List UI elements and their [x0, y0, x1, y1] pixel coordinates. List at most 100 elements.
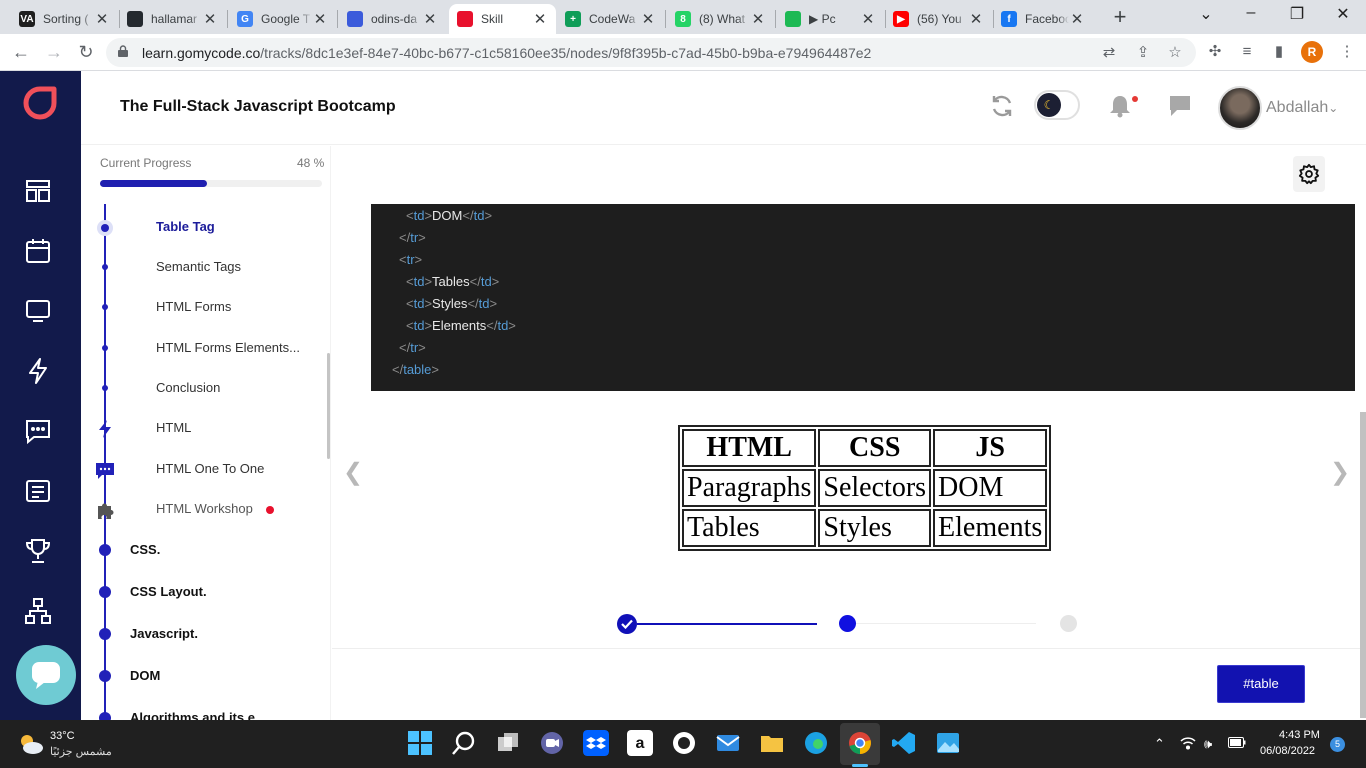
sidebar-lesson[interactable]: HTML Forms Elements...: [81, 331, 330, 365]
sidebar-module[interactable]: CSS.: [81, 533, 330, 567]
teams-chat-icon[interactable]: [539, 730, 565, 756]
lightning-icon[interactable]: [24, 357, 52, 385]
notification-center-badge[interactable]: 5: [1330, 737, 1345, 752]
previous-slide-arrow-icon[interactable]: ❮: [343, 458, 363, 487]
calendar-icon[interactable]: [24, 237, 52, 265]
browser-tab[interactable]: ▶ (56) You ✕: [885, 4, 992, 34]
close-window-button[interactable]: ✕: [1329, 4, 1357, 28]
browser-menu-icon[interactable]: ⋮: [1338, 43, 1356, 61]
browser-tab[interactable]: Skill ✕: [449, 4, 556, 34]
laptop-icon[interactable]: [24, 297, 52, 325]
partly-cloudy-icon[interactable]: [18, 733, 44, 755]
back-icon[interactable]: ←: [9, 41, 33, 65]
gomycode-logo-icon[interactable]: [23, 86, 57, 120]
tab-close-icon[interactable]: ✕: [860, 10, 876, 28]
sidebar-lesson[interactable]: HTML One To One: [81, 452, 330, 486]
photos-icon[interactable]: [935, 730, 961, 756]
app-shield-icon[interactable]: [671, 730, 697, 756]
browser-tab[interactable]: ▶ Pc ✕: [777, 4, 884, 34]
task-view-icon[interactable]: [495, 730, 521, 756]
messages-icon[interactable]: [1168, 95, 1192, 117]
address-bar[interactable]: learn.gomycode.co/tracks/8dc1e3ef-84e7-4…: [106, 38, 1196, 67]
notification-bell-icon[interactable]: [1109, 94, 1131, 118]
step-current[interactable]: [839, 615, 856, 632]
share-icon[interactable]: ⇪: [1134, 44, 1152, 62]
maximize-button[interactable]: ❐: [1283, 4, 1311, 28]
user-avatar[interactable]: [1218, 86, 1262, 130]
browser-tab[interactable]: VA Sorting (✕: [11, 4, 118, 34]
tab-close-icon[interactable]: ✕: [1069, 10, 1085, 28]
media-queue-icon[interactable]: ≡: [1238, 43, 1256, 61]
username-menu[interactable]: Abdallah⌄: [1266, 99, 1338, 117]
refresh-icon[interactable]: [989, 93, 1015, 119]
battery-icon[interactable]: [1228, 736, 1246, 751]
clock-date[interactable]: 06/08/2022: [1260, 745, 1315, 757]
trophy-icon[interactable]: [24, 537, 52, 565]
dropbox-icon[interactable]: [583, 730, 609, 756]
wifi-icon[interactable]: [1180, 736, 1196, 753]
tab-close-icon[interactable]: ✕: [750, 10, 766, 28]
volume-icon[interactable]: 🕪: [1204, 736, 1212, 752]
table-tag-button[interactable]: #table: [1217, 665, 1305, 703]
sidebar-module[interactable]: DOM: [81, 659, 330, 693]
sidebar-lesson[interactable]: HTML Forms: [81, 290, 330, 324]
browser-tab[interactable]: G Google T ✕: [229, 4, 336, 34]
tab-favicon-icon: [347, 11, 363, 27]
dashboard-icon[interactable]: [24, 177, 52, 205]
forward-icon[interactable]: →: [42, 41, 66, 65]
tab-close-icon[interactable]: ✕: [94, 10, 110, 28]
tab-close-icon[interactable]: ✕: [422, 10, 438, 28]
bookmark-star-icon[interactable]: ☆: [1166, 44, 1184, 62]
browser-tab[interactable]: hallamar ✕: [119, 4, 226, 34]
minimize-button[interactable]: –: [1237, 4, 1265, 28]
sitemap-icon[interactable]: [24, 597, 52, 625]
tab-close-icon[interactable]: ✕: [312, 10, 328, 28]
dark-mode-toggle[interactable]: ☾: [1034, 90, 1080, 120]
sidebar-module[interactable]: Javascript.: [81, 617, 330, 651]
sidebar-scrollbar[interactable]: [327, 353, 330, 459]
browser-tab[interactable]: f Faceboo ✕: [993, 4, 1093, 34]
edge-browser-icon[interactable]: [803, 730, 829, 756]
browser-tab[interactable]: 8 (8) What ✕: [667, 4, 774, 34]
sidebar-item-label: Algorithms and its e...: [130, 710, 266, 720]
tab-close-icon[interactable]: ✕: [532, 10, 548, 28]
article-icon[interactable]: [24, 477, 52, 505]
windows-start-icon[interactable]: [407, 730, 433, 756]
sidebar-lesson[interactable]: Table Tag: [81, 210, 330, 244]
tab-close-icon[interactable]: ✕: [202, 10, 218, 28]
amazon-icon[interactable]: a: [627, 730, 653, 756]
reload-icon[interactable]: ↻: [74, 41, 98, 65]
translate-icon[interactable]: ⇄: [1100, 44, 1118, 62]
chrome-browser-icon[interactable]: [847, 730, 873, 756]
search-icon[interactable]: [451, 730, 477, 756]
sidebar-lesson[interactable]: Semantic Tags: [81, 250, 330, 284]
browser-tab[interactable]: + CodeWa ✕: [557, 4, 664, 34]
tab-close-icon[interactable]: ✕: [968, 10, 984, 28]
step-upcoming[interactable]: [1060, 615, 1077, 632]
tab-close-icon[interactable]: ✕: [640, 10, 656, 28]
browser-profile-avatar[interactable]: R: [1301, 41, 1323, 63]
tray-overflow-chevron-icon[interactable]: ⌃: [1154, 736, 1165, 752]
page-scrollbar[interactable]: [1360, 412, 1366, 718]
support-chat-button[interactable]: [16, 645, 76, 705]
file-explorer-icon[interactable]: [759, 730, 785, 756]
sidebar-lesson[interactable]: HTML Workshop: [81, 492, 330, 526]
browser-tab[interactable]: odins-da ✕: [339, 4, 446, 34]
chat-icon[interactable]: [24, 417, 52, 445]
sidebar-module[interactable]: CSS Layout.: [81, 575, 330, 609]
sidebar-lesson[interactable]: HTML: [81, 411, 330, 445]
extensions-puzzle-icon[interactable]: ✣: [1206, 43, 1224, 61]
vscode-icon[interactable]: [891, 730, 917, 756]
settings-button[interactable]: [1293, 156, 1325, 192]
next-slide-arrow-icon[interactable]: ❯: [1330, 458, 1350, 487]
weather-temperature[interactable]: 33°C: [50, 730, 75, 742]
new-tab-button[interactable]: +: [1108, 6, 1132, 30]
weather-description[interactable]: مشمس جزئيًا: [50, 745, 112, 758]
sidebar-lesson[interactable]: Conclusion: [81, 371, 330, 405]
clock-time[interactable]: 4:43 PM: [1279, 729, 1320, 741]
tab-search-icon[interactable]: ⌄: [1192, 4, 1220, 28]
step-completed[interactable]: [617, 614, 637, 634]
sidebar-module[interactable]: Algorithms and its e...: [81, 701, 330, 720]
mail-icon[interactable]: [715, 730, 741, 756]
side-panel-icon[interactable]: ▮: [1270, 43, 1288, 61]
